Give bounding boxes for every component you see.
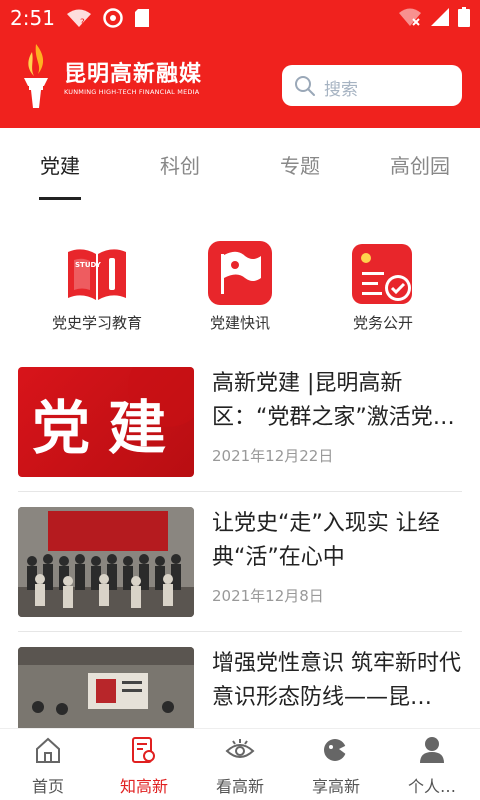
share-icon xyxy=(324,739,347,761)
svg-text:?: ? xyxy=(80,18,85,28)
party-document-icon xyxy=(352,244,412,304)
quick-link-label: 党史学习教育 xyxy=(51,314,142,332)
divider xyxy=(18,631,462,632)
battery-icon xyxy=(458,7,470,27)
nav-watch[interactable]: 看高新 xyxy=(192,735,288,797)
status-icons-left: ? xyxy=(66,7,150,29)
nav-know[interactable]: 知高新 xyxy=(96,735,192,797)
news-thumb-text: 党建 xyxy=(32,394,185,462)
bottom-navigation: 首页 知高新 看高新 享高新 个人… xyxy=(0,728,480,800)
nav-profile[interactable]: 个人… xyxy=(384,735,480,797)
eye-icon xyxy=(225,739,255,758)
tab-dangjian[interactable]: 党建 xyxy=(15,150,105,179)
quick-link-party-history[interactable]: STUDY 党史学习教育 xyxy=(27,240,167,333)
status-time: 2:51 xyxy=(10,6,55,30)
person-icon xyxy=(420,737,444,763)
category-tabs: 党建 科创 专题 高创园 xyxy=(0,128,480,204)
tab-gaochuangyuan[interactable]: 高创园 xyxy=(375,150,465,179)
quick-link-label: 党建快讯 xyxy=(209,314,270,332)
home-icon xyxy=(36,737,60,763)
nav-label: 知高新 xyxy=(119,777,168,796)
torch-logo-icon xyxy=(24,44,48,108)
nav-home[interactable]: 首页 xyxy=(0,735,96,797)
tab-kechuang[interactable]: 科创 xyxy=(135,150,225,179)
svg-text:STUDY: STUDY xyxy=(75,261,102,269)
search-placeholder: 搜索 xyxy=(324,80,358,100)
news-item[interactable]: 党建 高新党建 |昆明高新区：“党群之家”激活党… 2021年12月22日 xyxy=(18,367,462,489)
news-date: 2021年12月8日 xyxy=(212,587,324,605)
nav-label: 享高新 xyxy=(311,777,360,796)
group-photo-image xyxy=(18,507,194,617)
wifi-question-icon: ? xyxy=(67,9,91,28)
news-date: 2021年12月22日 xyxy=(212,447,334,465)
nav-label: 看高新 xyxy=(215,777,264,796)
know-icon xyxy=(132,737,155,763)
news-thumbnail xyxy=(18,507,194,617)
news-title: 高新党建 |昆明高新区：“党群之家”激活党… xyxy=(212,371,455,430)
wifi-off-icon xyxy=(399,8,421,26)
news-title: 增强党性意识 筑牢新时代意识形态防线——昆… xyxy=(212,651,461,710)
brand-name: 昆明高新融媒 xyxy=(64,62,203,87)
nav-label: 首页 xyxy=(31,777,64,796)
quick-links: STUDY 党史学习教育 党建快讯 党务公开 xyxy=(0,240,480,340)
party-flag-icon xyxy=(208,241,272,305)
nav-share[interactable]: 享高新 xyxy=(288,735,384,797)
signal-icon xyxy=(431,8,449,26)
news-thumbnail: 党建 xyxy=(18,367,194,477)
sim-icon xyxy=(135,9,149,27)
status-icons-right xyxy=(398,7,470,27)
quick-link-party-news[interactable]: 党建快讯 xyxy=(170,240,310,333)
brand-subtitle: KUNMING HIGH-TECH FINANCIAL MEDIA xyxy=(64,88,200,96)
quick-link-party-affairs[interactable]: 党务公开 xyxy=(313,240,453,333)
brand-logo: 昆明高新融媒 KUNMING HIGH-TECH FINANCIAL MEDIA xyxy=(18,42,201,112)
app-header: 2:51 ? 昆明高新融媒 KUNMING HIGH-TECH FINANCIA… xyxy=(0,0,480,128)
study-book-icon: STUDY xyxy=(68,249,126,300)
vpn-icon xyxy=(103,8,123,28)
news-title: 让党史“走”入现实 让经典“活”在心中 xyxy=(212,511,440,570)
active-tab-indicator xyxy=(39,197,81,200)
news-item[interactable]: 让党史“走”入现实 让经典“活”在心中 2021年12月8日 xyxy=(18,507,462,629)
tab-zhuanti[interactable]: 专题 xyxy=(255,150,345,179)
quick-link-label: 党务公开 xyxy=(352,314,413,332)
search-icon xyxy=(295,76,315,96)
divider xyxy=(18,491,462,492)
status-bar: 2:51 ? xyxy=(0,0,480,36)
nav-label: 个人… xyxy=(407,777,456,796)
search-input[interactable]: 搜索 xyxy=(282,65,462,106)
